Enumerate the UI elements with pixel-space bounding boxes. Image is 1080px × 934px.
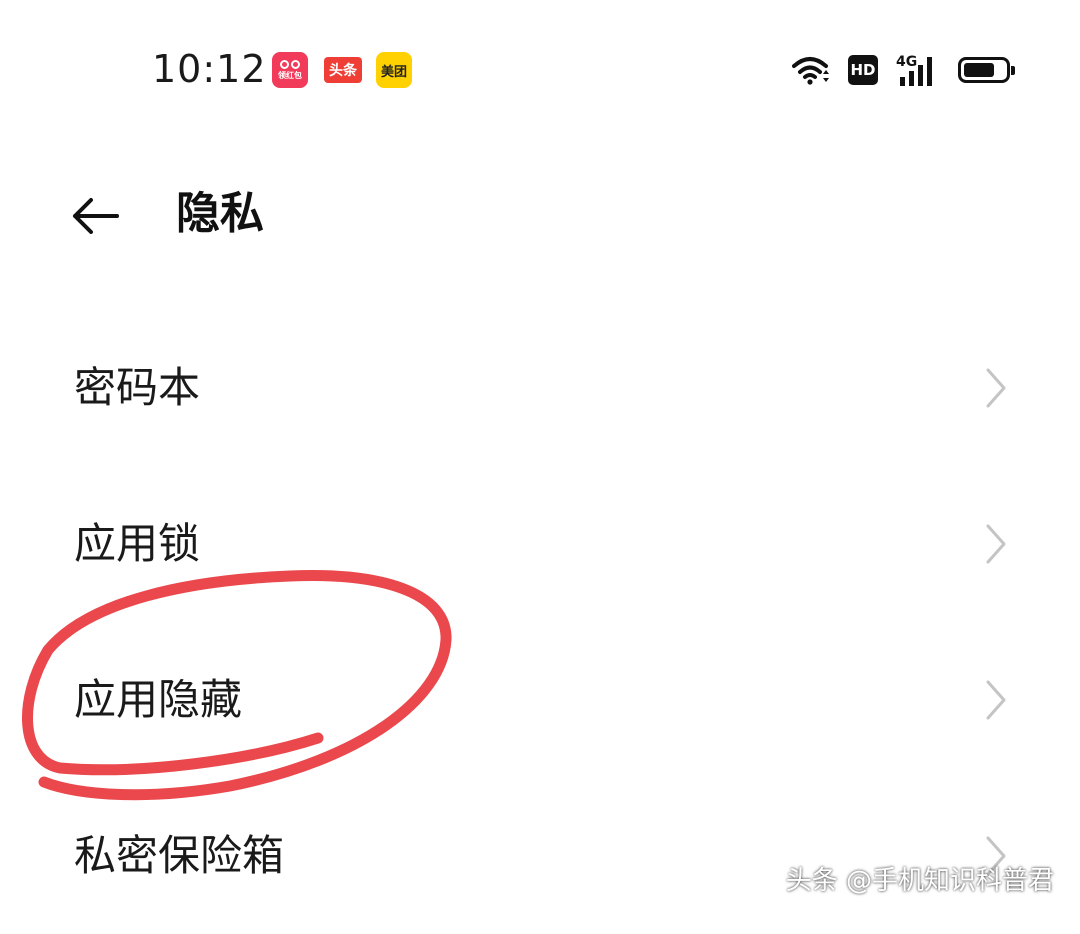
- network-label: 4G: [896, 54, 917, 70]
- redbag-app-icon: 领红包: [272, 52, 308, 88]
- battery-icon: [958, 57, 1015, 83]
- menu-item-label: 私密保险箱: [74, 831, 285, 880]
- arrow-left-icon: [73, 198, 119, 234]
- privacy-menu-list: 密码本 应用锁 应用隐藏 私密保险箱: [0, 310, 1080, 934]
- menu-item-label: 应用锁: [74, 519, 201, 568]
- chevron-right-icon: [986, 368, 1006, 408]
- toutiao-app-label: 头条: [329, 63, 357, 79]
- menu-item-label: 密码本: [74, 363, 201, 412]
- meituan-app-icon: 美团: [376, 52, 412, 88]
- status-time: 10:12: [152, 47, 267, 91]
- signal-4g-icon: 4G: [896, 54, 932, 86]
- chevron-right-icon: [986, 524, 1006, 564]
- chevron-right-icon: [986, 680, 1006, 720]
- page-header: 隐私: [0, 170, 1080, 262]
- redbag-app-label: 领红包: [278, 70, 302, 80]
- hd-icon: HD: [848, 55, 878, 85]
- wifi-icon: [792, 57, 829, 85]
- status-bar: 10:12 领红包 头条 美团 HD 4G: [0, 0, 1080, 140]
- menu-item-app-hide[interactable]: 应用隐藏: [0, 622, 1080, 778]
- page-title: 隐私: [176, 188, 264, 239]
- menu-item-password-book[interactable]: 密码本: [0, 310, 1080, 466]
- meituan-app-label: 美团: [380, 64, 407, 80]
- menu-item-app-lock[interactable]: 应用锁: [0, 466, 1080, 622]
- battery-fill: [964, 63, 994, 77]
- back-button[interactable]: [60, 184, 130, 248]
- menu-item-label: 应用隐藏: [74, 675, 243, 724]
- menu-item-private-vault[interactable]: 私密保险箱: [0, 778, 1080, 934]
- status-indicators: HD 4G: [790, 48, 1015, 92]
- hd-label: HD: [850, 61, 876, 79]
- watermark: 头条 @手机知识科普君: [785, 866, 1054, 896]
- toutiao-app-icon: 头条: [324, 57, 362, 83]
